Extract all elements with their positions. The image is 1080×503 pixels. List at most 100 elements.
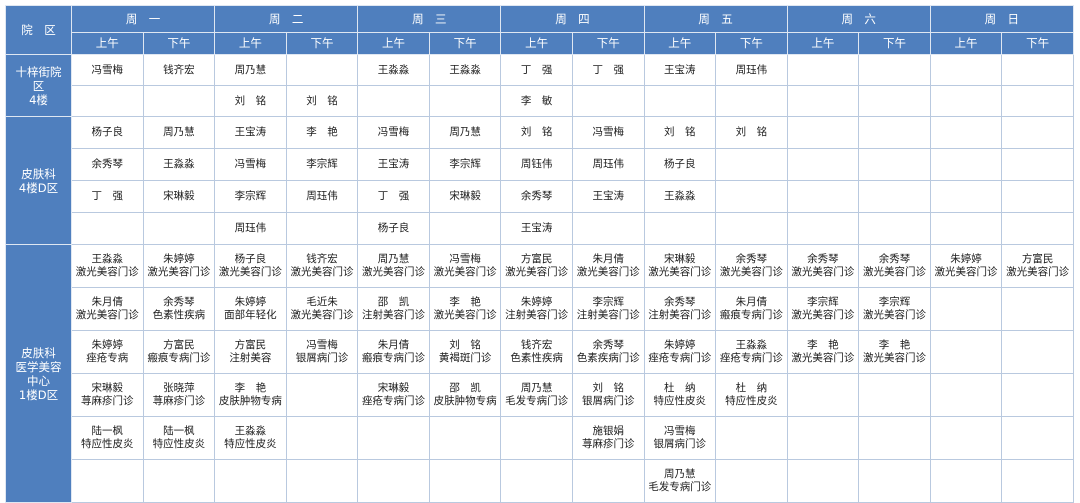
schedule-cell: 李宗辉 (428, 148, 502, 181)
doctor-name: 王宝涛 (377, 158, 410, 170)
schedule-cell (929, 373, 1003, 417)
schedule-cell: 周珏伟 (214, 212, 287, 245)
campus-name-line: 中心 (27, 373, 50, 388)
doctor-name: 李 艳 (878, 339, 911, 351)
doctor-name: 余秀琴 (807, 253, 839, 265)
doctor-name: 刘 铭 (449, 339, 481, 351)
schedule-cell: 张晓萍 荨麻疹门诊 (142, 373, 216, 417)
doctor-name: 周珏伟 (306, 190, 338, 202)
schedule-cell (643, 212, 717, 245)
doctor-name: 方富民 (520, 253, 553, 265)
schedule-body: 十梓街院区 4楼 冯雪梅 钱齐宏 周乃慧 王淼淼 王淼淼丁 强丁 强王宝涛 周珏伟刘 铭刘 铭… (5, 54, 1074, 503)
clinic-type: 激光美容门诊 (862, 352, 926, 364)
schedule-cell (142, 85, 216, 117)
schedule-cell (571, 85, 645, 117)
schedule-cell: 刘 铭 (285, 85, 359, 117)
schedule-row: 朱婷婷 痤疮专病 方富民 瘢痕专病门诊 方富民 注射美容 冯雪梅 银屑病门诊 朱月倩 瘢痕专病门诊… (6, 330, 1074, 374)
schedule-cell: 冯雪梅 (571, 116, 645, 149)
doctor-name: 丁 强 (91, 190, 124, 202)
schedule-cell (929, 180, 1003, 213)
campus-name-line: 医学美容 (15, 359, 62, 374)
schedule-cell: 朱婷婷 激光美容门诊 (142, 244, 216, 288)
session-header: 上午 (71, 32, 144, 55)
schedule-cell: 冯雪梅 (214, 148, 287, 181)
schedule-cell: 陆一枫 特应性皮炎 (71, 416, 144, 460)
schedule-cell: 王淼淼 痤疮专病门诊 (715, 330, 788, 374)
schedule-cell: 方富民 瘢痕专病门诊 (142, 330, 216, 374)
doctor-name: 朱婷婷 (163, 253, 195, 265)
schedule-cell (357, 416, 430, 460)
doctor-name: 方富民 (234, 339, 267, 351)
schedule-row: 余秀琴 王淼淼 冯雪梅 李宗辉 王宝涛 李宗辉 周钰伟 周珏伟 杨子良 (6, 148, 1074, 181)
schedule-cell: 王宝涛 (571, 180, 645, 213)
doctor-name: 周珏伟 (735, 63, 768, 76)
campus-header: 院 区 (5, 5, 72, 55)
doctor-name: 周乃慧 (234, 63, 267, 76)
schedule-cell (1001, 416, 1074, 460)
doctor-name: 周乃慧 (163, 126, 195, 138)
clinic-type: 激光美容门诊 (75, 309, 139, 321)
schedule-cell: 周乃慧 毛发专病门诊 (500, 373, 573, 417)
schedule-cell (715, 180, 788, 213)
doctor-name: 王淼淼 (91, 253, 124, 265)
clinic-type: 激光美容门诊 (505, 266, 569, 278)
doctor-name: 王淼淼 (735, 339, 768, 351)
doctor-name: 余秀琴 (878, 253, 911, 265)
doctor-name: 王淼淼 (234, 425, 267, 437)
schedule-cell: 刘 铭黄褐斑门诊 (428, 330, 502, 374)
schedule-cell: 杜 纳特应性皮炎 (715, 373, 788, 417)
schedule-cell (858, 54, 931, 86)
schedule-cell: 周乃慧 激光美容门诊 (357, 244, 430, 288)
clinic-type: 毛发专病门诊 (505, 395, 569, 407)
schedule-cell: 周乃慧 (428, 116, 502, 149)
clinic-type: 激光美容门诊 (648, 266, 712, 278)
schedule-cell (786, 85, 860, 117)
campus-name-line: 4楼D区 (18, 180, 59, 195)
schedule-cell (1001, 212, 1074, 245)
schedule-cell: 朱月倩 激光美容门诊 (71, 287, 144, 331)
doctor-name: 杨子良 (234, 253, 267, 265)
schedule-cell (858, 180, 931, 213)
clinic-type: 银屑病门诊 (295, 352, 349, 364)
schedule-cell: 李 敏 (500, 85, 573, 117)
clinic-type: 荨麻疹门诊 (581, 438, 635, 450)
clinic-type: 注射美容门诊 (576, 309, 640, 321)
clinic-type: 激光美容门诊 (791, 266, 855, 278)
schedule-cell (929, 330, 1003, 374)
doctor-name: 朱婷婷 (520, 296, 553, 308)
schedule-cell: 余秀琴 注射美容门诊 (643, 287, 717, 331)
doctor-name: 宋琳毅 (449, 190, 481, 202)
schedule-cell (929, 212, 1003, 245)
schedule-cell (858, 116, 931, 149)
doctor-name: 杜 纳 (664, 382, 696, 394)
day-header-thu: 周 四 (500, 5, 645, 33)
schedule-row: 丁 强 宋琳毅 李宗辉 周珏伟 丁 强 宋琳毅 余秀琴 王宝涛 王淼淼 (6, 180, 1074, 213)
schedule-cell: 李宗辉 (214, 180, 287, 213)
schedule-cell: 丁 强 (357, 180, 430, 213)
doctor-name: 杜 纳 (735, 382, 768, 394)
schedule-cell: 钱齐宏 色素性疾病 (500, 330, 573, 374)
schedule-cell: 陆一枫 特应性皮炎 (142, 416, 216, 460)
schedule-cell (858, 459, 931, 503)
schedule-cell: 余秀琴 激光美容门诊 (715, 244, 788, 288)
schedule-cell: 李 艳皮肤肿物专病 (214, 373, 287, 417)
clinic-type: 激光美容门诊 (290, 309, 354, 321)
schedule-cell: 宋琳毅 (142, 180, 216, 213)
schedule-row: 刘 铭刘 铭李 敏 (6, 85, 1074, 117)
doctor-name: 周乃慧 (520, 382, 553, 394)
schedule-cell: 王淼淼 激光美容门诊 (71, 244, 144, 288)
clinic-type: 特应性皮炎 (81, 438, 134, 450)
doctor-name: 宋琳毅 (91, 382, 124, 394)
schedule-cell: 王淼淼 特应性皮炎 (214, 416, 287, 460)
schedule-cell (285, 373, 359, 417)
schedule-cell (858, 85, 931, 117)
clinic-type: 黄褐斑门诊 (438, 352, 492, 364)
schedule-cell: 余秀琴 色素疾病门诊 (571, 330, 645, 374)
doctor-name: 李宗辉 (592, 296, 624, 308)
doctor-name: 方富民 (1021, 253, 1054, 265)
doctor-name: 王宝涛 (234, 126, 267, 138)
schedule-cell: 方富民 注射美容 (214, 330, 287, 374)
clinic-type: 荨麻疹门诊 (81, 395, 134, 407)
session-header: 下午 (428, 32, 502, 55)
doctor-name: 周乃慧 (449, 126, 481, 138)
